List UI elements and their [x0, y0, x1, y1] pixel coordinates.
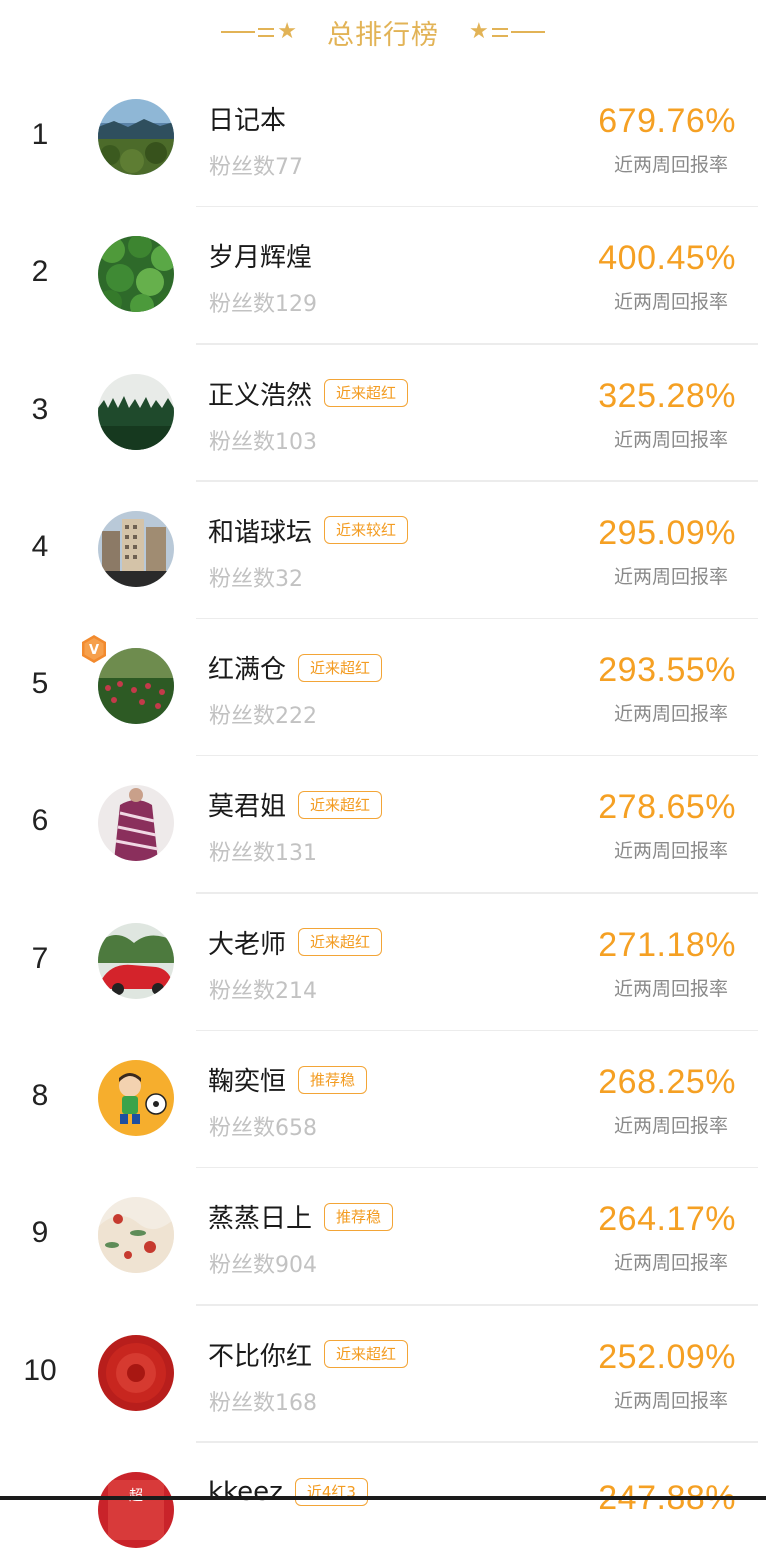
fans-count: 粉丝数131: [209, 841, 317, 867]
user-name: 蒸蒸日上: [208, 1204, 313, 1235]
status-badge: 近4红3: [294, 1477, 368, 1506]
return-rate-label: 近两周回报率: [613, 1389, 728, 1412]
user-name: 日记本: [208, 106, 287, 136]
avatar[interactable]: 超: [98, 1471, 174, 1548]
rank-number: 4: [31, 529, 49, 563]
star-icon: ★: [277, 19, 297, 44]
status-badge: 近来较红: [324, 516, 409, 545]
return-rate: 268.25%: [598, 1063, 736, 1102]
avatar[interactable]: [98, 1197, 174, 1274]
status-badge: 近来超红: [298, 928, 383, 957]
avatar[interactable]: [98, 648, 174, 725]
ranking-row[interactable]: 4 和谐球坛 近来较红 粉丝数32 295.09% 近两周回报率: [0, 482, 766, 620]
page-title: 总排行榜: [327, 19, 439, 51]
user-name: 大老师: [208, 929, 287, 960]
rank-number: 8: [31, 1079, 49, 1113]
return-rate: 293.55%: [598, 651, 736, 690]
rank-number: 5: [31, 667, 49, 701]
avatar[interactable]: [98, 236, 174, 313]
ranking-row[interactable]: 9 蒸蒸日上 推荐稳 粉丝数904 264.17% 近两周回报率: [0, 1168, 766, 1306]
status-badge: 近来超红: [324, 1340, 409, 1369]
ranking-row[interactable]: 1 日记本 粉丝数77 679.76% 近两周回报率: [0, 70, 766, 208]
right-decoration: ★: [469, 21, 545, 43]
fans-count: 粉丝数168: [209, 1390, 317, 1416]
fans-count: 粉丝数32: [209, 566, 303, 592]
rank-number: 1: [31, 118, 49, 151]
return-rate: 278.65%: [598, 788, 736, 827]
return-rate: 295.09%: [598, 513, 736, 552]
avatar[interactable]: [98, 1060, 174, 1137]
return-rate-label: 近两周回报率: [613, 154, 728, 176]
ranking-list: 1 日记本 粉丝数77 679.76% 近两周回报率 2 岁月辉煌 粉丝数129…: [0, 70, 766, 1548]
fans-count: 粉丝数904: [209, 1253, 317, 1279]
return-rate-label: 近两周回报率: [613, 1115, 728, 1138]
ranking-row[interactable]: 超 kkeez 近4红3 247.88%: [0, 1443, 766, 1548]
return-rate: 252.09%: [598, 1337, 736, 1376]
user-name: 莫君姐: [208, 792, 287, 823]
rank-number: 3: [31, 392, 49, 426]
ranking-row[interactable]: 2 岁月辉煌 粉丝数129 400.45% 近两周回报率: [0, 207, 766, 345]
avatar[interactable]: [98, 785, 174, 862]
vip-badge: V: [80, 634, 108, 668]
return-rate-label: 近两周回报率: [613, 703, 728, 726]
return-rate: 325.28%: [598, 376, 736, 415]
star-icon: ★: [469, 19, 489, 44]
avatar[interactable]: [98, 922, 174, 999]
page-header: ★ 总排行榜 ★: [0, 0, 766, 64]
return-rate-label: 近两周回报率: [613, 291, 728, 314]
rank-number: 9: [31, 1216, 49, 1250]
ranking-row[interactable]: 8 鞠奕恒 推荐稳 粉丝数658 268.25% 近两周回报率: [0, 1031, 766, 1169]
fans-count: 粉丝数77: [209, 155, 303, 180]
fans-count: 粉丝数658: [209, 1116, 317, 1142]
return-rate-label: 近两周回报率: [613, 840, 728, 863]
ranking-row[interactable]: 10 不比你红 近来超红 粉丝数168 252.09% 近两周回报率: [0, 1306, 766, 1443]
return-rate-label: 近两周回报率: [613, 428, 728, 451]
fans-count: 粉丝数129: [209, 292, 317, 318]
return-rate-label: 近两周回报率: [613, 565, 728, 588]
avatar[interactable]: [98, 373, 174, 450]
user-name: 不比你红: [208, 1341, 313, 1372]
fans-count: 粉丝数214: [209, 978, 317, 1004]
status-badge: 推荐稳: [324, 1202, 394, 1231]
left-decoration: ★: [221, 21, 297, 43]
bottom-edge: [0, 1496, 766, 1500]
ranking-row[interactable]: 3 正义浩然 近来超红 粉丝数103 325.28% 近两周回报率: [0, 345, 766, 482]
ranking-row[interactable]: 7 大老师 近来超红 粉丝数214 271.18% 近两周回报率: [0, 894, 766, 1032]
user-name: 红满仓: [208, 655, 287, 686]
status-badge: 近来超红: [298, 790, 383, 819]
avatar[interactable]: [98, 1334, 174, 1411]
return-rate-label: 近两周回报率: [613, 1252, 728, 1275]
ranking-row[interactable]: 6 莫君姐 近来超红 粉丝数131 278.65% 近两周回报率: [0, 756, 766, 894]
rank-number: 2: [31, 255, 49, 289]
fans-count: 粉丝数103: [209, 429, 317, 455]
status-badge: 近来超红: [298, 653, 383, 682]
user-name: 正义浩然: [208, 380, 313, 411]
return-rate: 271.18%: [598, 925, 736, 964]
user-name: 和谐球坛: [208, 517, 313, 548]
rank-number: 7: [31, 941, 49, 975]
return-rate: 679.76%: [598, 102, 736, 140]
return-rate: 264.17%: [598, 1200, 736, 1239]
ranking-row[interactable]: 5 红满仓 近来超红 粉丝数222 293.55% 近两周回报率: [0, 619, 766, 757]
avatar[interactable]: [98, 99, 174, 175]
status-badge: 推荐稳: [298, 1065, 368, 1094]
return-rate-label: 近两周回报率: [613, 977, 728, 1000]
vip-badge-label: V: [89, 643, 99, 658]
rank-number: 6: [31, 804, 49, 838]
user-name: 岁月辉煌: [208, 243, 313, 274]
return-rate: 400.45%: [598, 239, 736, 278]
user-name: kkeez: [208, 1476, 283, 1507]
user-name: 鞠奕恒: [208, 1067, 287, 1098]
status-badge: 近来超红: [324, 379, 409, 408]
rank-number: 10: [23, 1353, 57, 1387]
fans-count: 粉丝数222: [209, 704, 317, 730]
avatar[interactable]: [98, 510, 174, 587]
